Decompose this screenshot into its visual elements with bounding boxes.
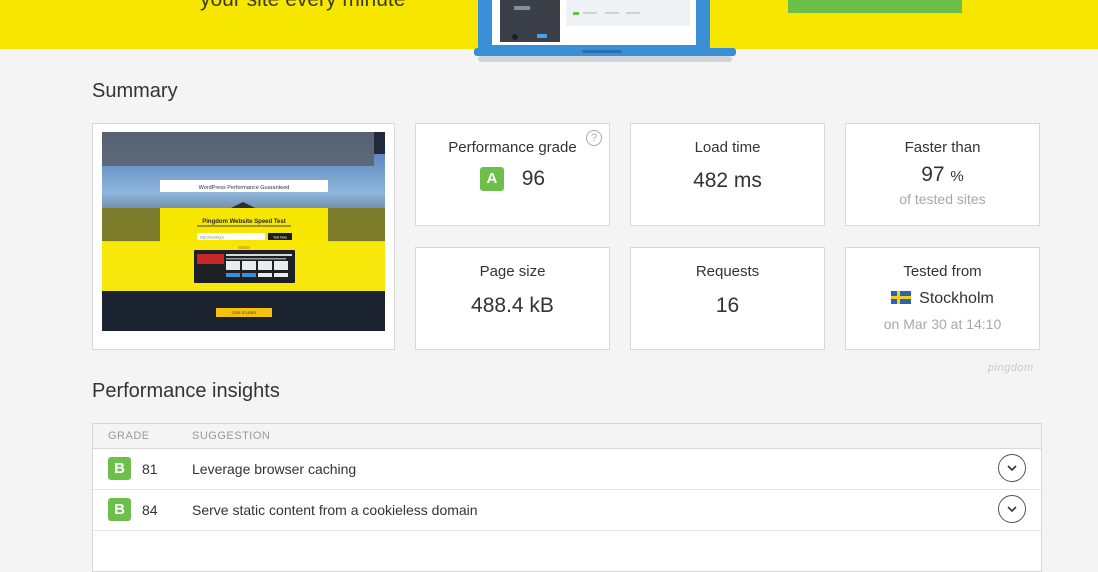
faster-than-value-row: 97 % [846,163,1039,187]
expand-button[interactable] [998,454,1026,482]
requests-label: Requests [695,263,760,280]
chevron-down-icon [1007,465,1017,472]
screenshot-test-button: Test Now [273,235,287,239]
tested-from-card: Tested from Stockholm on Mar 30 at 14:10 [845,247,1040,350]
summary-title: Summary [92,80,178,102]
page-size-card: Page size 488.4 kB [415,247,610,350]
row-suggestion: Serve static content from a cookieless d… [192,502,478,518]
table-row[interactable]: B 84 Serve static content from a cookiel… [93,490,1041,531]
sweden-flag-icon [891,291,912,304]
screenshot-heading: Pingdom Website Speed Test [202,219,285,225]
screenshot-input: http://hosting.io [200,236,224,240]
expand-button[interactable] [998,495,1026,523]
chevron-down-icon [1007,506,1017,513]
help-icon[interactable]: ? [586,130,602,146]
row-score: 81 [142,461,158,477]
performance-grade-score: 96 [521,167,546,191]
grade-badge-b: B [108,457,131,480]
tested-from-location-row: Stockholm [846,290,1039,308]
grade-badge-b: B [108,498,131,521]
page-size-label: Page size [479,263,546,280]
faster-than-card: Faster than 97 % of tested sites [845,123,1040,226]
suggestion-column-header[interactable]: SUGGESTION [192,430,270,442]
hero-cta-button[interactable] [788,0,962,13]
grade-column-header[interactable]: GRADE [108,430,150,442]
insights-table-header: GRADE SUGGESTION [93,424,1041,449]
insights-table: GRADE SUGGESTION B 81 Leverage browser c… [92,423,1042,572]
load-time-value: 482 ms [693,169,762,192]
faster-than-unit: % [950,168,964,185]
page-size-value: 488.4 kB [471,294,554,317]
performance-grade-value-row: A 96 [416,167,609,192]
faster-than-sub: of tested sites [899,191,986,207]
row-score: 84 [142,502,158,518]
row-suggestion: Leverage browser caching [192,461,357,477]
screenshot-banner: WordPress Performance Guaranteed [199,185,290,191]
hero-tagline: your site every minute [200,0,405,12]
screenshot-case-studies: CASE STUDIES [232,311,258,315]
load-time-label: Load time [694,139,761,156]
load-time-card: Load time 482 ms [630,123,825,226]
performance-grade-label: Performance grade [448,139,577,156]
laptop-illustration [474,0,736,62]
pingdom-logo: pingdom [988,362,1034,374]
tested-from-label: Tested from [903,263,982,280]
grade-badge-a: A [479,167,504,192]
requests-value: 16 [715,294,740,317]
table-row[interactable]: B 81 Leverage browser caching [93,449,1041,490]
tested-from-date: on Mar 30 at 14:10 [883,316,1002,332]
performance-grade-card: ? Performance grade A 96 [415,123,610,226]
site-screenshot-card: WordPress Performance Guaranteed Pingdom… [92,123,395,350]
insights-title: Performance insights [92,380,280,402]
faster-than-value: 97 [921,163,945,186]
table-row-partial [93,531,1041,571]
tested-from-location: Stockholm [919,290,994,307]
requests-card: Requests 16 [630,247,825,350]
faster-than-label: Faster than [904,139,981,156]
site-screenshot: WordPress Performance Guaranteed Pingdom… [102,132,385,331]
